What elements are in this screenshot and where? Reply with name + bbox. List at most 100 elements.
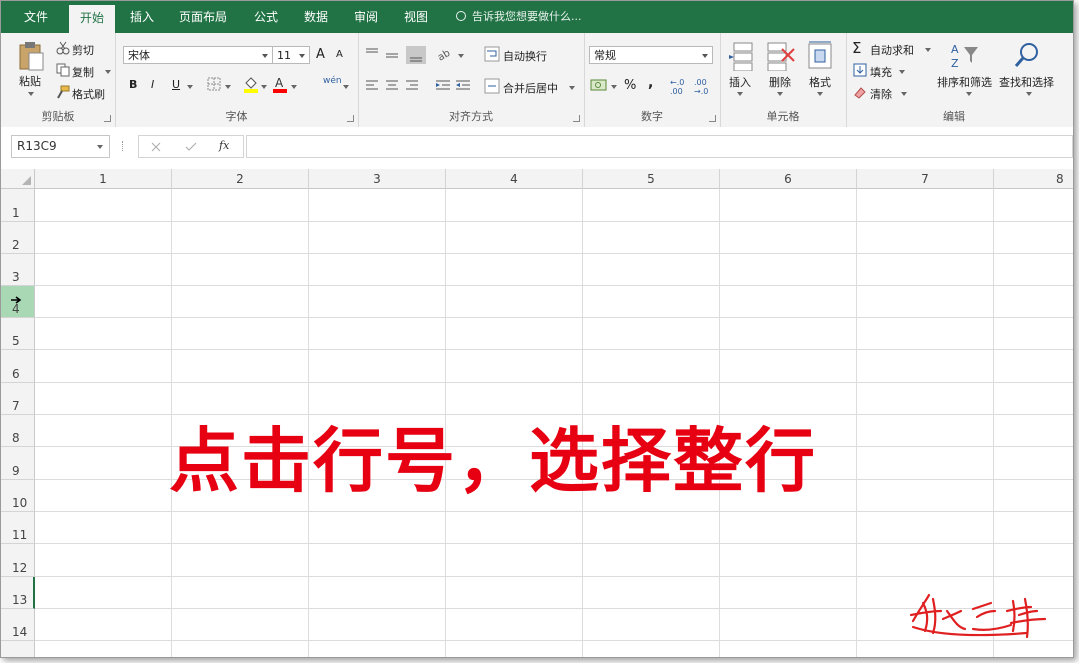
column-header-1[interactable]: 1: [35, 169, 172, 189]
borders-icon[interactable]: [207, 77, 221, 91]
merge-center-button[interactable]: 合并后居中: [503, 80, 558, 96]
cut-button[interactable]: 剪切: [72, 42, 94, 58]
merge-dropdown-caret[interactable]: [569, 86, 575, 90]
delete-cells-button[interactable]: 删除: [769, 74, 791, 90]
column-header-6[interactable]: 6: [720, 169, 857, 189]
comma-button[interactable]: ,: [648, 75, 653, 91]
paste-dropdown-caret[interactable]: [28, 92, 34, 96]
clear-dropdown-caret[interactable]: [901, 92, 907, 96]
shrink-font-button[interactable]: A: [336, 49, 343, 60]
tab-view[interactable]: 视图: [395, 1, 437, 33]
horizontal-align-icons[interactable]: [364, 78, 428, 94]
borders-dropdown-caret[interactable]: [225, 85, 231, 89]
row-header-11[interactable]: 11: [1, 512, 35, 544]
underline-button[interactable]: U: [172, 78, 180, 91]
font-launcher[interactable]: [347, 115, 354, 122]
format-painter-icon[interactable]: [56, 85, 70, 99]
accounting-dropdown-caret[interactable]: [611, 85, 617, 89]
format-cells-button[interactable]: 格式: [809, 74, 831, 90]
name-box[interactable]: R13C9: [11, 135, 110, 158]
format-painter-button[interactable]: 格式刷: [72, 86, 105, 102]
tab-page-layout[interactable]: 页面布局: [173, 1, 233, 33]
number-format-combo[interactable]: 常规: [589, 46, 713, 64]
autosum-button[interactable]: 自动求和: [870, 42, 914, 58]
tell-me-box[interactable]: 告诉我您想要做什么...: [456, 1, 582, 33]
accounting-format-icon[interactable]: [590, 77, 608, 93]
tab-file[interactable]: 文件: [15, 1, 57, 33]
insert-cells-button[interactable]: 插入: [729, 74, 751, 90]
wrap-text-icon[interactable]: [484, 46, 500, 62]
column-header-3[interactable]: 3: [309, 169, 446, 189]
alignment-launcher[interactable]: [573, 115, 580, 122]
column-header-5[interactable]: 5: [583, 169, 720, 189]
number-launcher[interactable]: [709, 115, 716, 122]
tab-formulas[interactable]: 公式: [245, 1, 287, 33]
insert-dropdown-caret[interactable]: [737, 92, 743, 96]
phonetic-guide-button[interactable]: wén: [323, 76, 342, 86]
copy-icon[interactable]: [56, 63, 70, 77]
increase-decimal-button[interactable]: ←.0.00: [670, 78, 684, 96]
insert-cells-icon[interactable]: [728, 41, 754, 71]
font-name-combo[interactable]: 宋体: [123, 46, 273, 64]
find-select-button[interactable]: 查找和选择: [999, 74, 1054, 90]
font-color-dropdown-caret[interactable]: [291, 85, 297, 89]
copy-button[interactable]: 复制: [72, 64, 94, 80]
row-header-15-partial[interactable]: [1, 641, 35, 657]
row-header-4[interactable]: 4: [1, 286, 35, 318]
formula-input[interactable]: [246, 135, 1073, 158]
row-header-5[interactable]: 5: [1, 318, 35, 350]
column-header-8[interactable]: 8: [994, 169, 1073, 189]
autosum-dropdown-caret[interactable]: [925, 48, 931, 52]
fill-down-icon[interactable]: [853, 63, 867, 77]
cancel-icon[interactable]: [151, 142, 161, 152]
phonetic-dropdown-caret[interactable]: [343, 85, 349, 89]
bold-button[interactable]: B: [129, 78, 137, 91]
fill-button[interactable]: 填充: [870, 64, 892, 80]
find-select-icon[interactable]: [1012, 41, 1042, 71]
fill-color-icon[interactable]: [243, 75, 259, 93]
sigma-icon[interactable]: Σ: [852, 39, 861, 57]
row-header-10[interactable]: 10: [1, 480, 35, 512]
italic-button[interactable]: I: [151, 78, 154, 91]
paste-icon[interactable]: [17, 41, 45, 71]
tab-data[interactable]: 数据: [295, 1, 337, 33]
row-header-7[interactable]: 7: [1, 383, 35, 415]
tab-insert[interactable]: 插入: [121, 1, 163, 33]
row-header-6[interactable]: 6: [1, 350, 35, 383]
paste-button[interactable]: 粘贴: [19, 73, 41, 89]
row-header-12[interactable]: 12: [1, 544, 35, 577]
row-header-8[interactable]: 8: [1, 415, 35, 447]
row-header-2[interactable]: 2: [1, 222, 35, 254]
sort-dropdown-caret[interactable]: [966, 92, 972, 96]
orientation-dropdown-caret[interactable]: [458, 54, 464, 58]
cut-icon[interactable]: [56, 41, 70, 55]
enter-check-icon[interactable]: [185, 142, 197, 152]
orientation-icon[interactable]: ab: [436, 46, 458, 62]
column-header-2[interactable]: 2: [172, 169, 309, 189]
clear-button[interactable]: 清除: [870, 86, 892, 102]
row-header-13[interactable]: 13: [1, 577, 35, 609]
column-header-4[interactable]: 4: [446, 169, 583, 189]
eraser-icon[interactable]: [853, 85, 867, 99]
merge-center-icon[interactable]: [484, 78, 500, 94]
decrease-decimal-button[interactable]: .00 →.0: [694, 78, 708, 96]
underline-dropdown-caret[interactable]: [187, 85, 193, 89]
grow-font-button[interactable]: A: [316, 47, 325, 62]
row-header-14[interactable]: 14: [1, 609, 35, 641]
format-dropdown-caret[interactable]: [817, 92, 823, 96]
format-cells-icon[interactable]: [806, 41, 834, 71]
clipboard-launcher[interactable]: [104, 115, 111, 122]
indent-icons[interactable]: [434, 78, 474, 94]
tab-home[interactable]: 开始: [69, 5, 115, 33]
find-dropdown-caret[interactable]: [1026, 92, 1032, 96]
sort-filter-icon[interactable]: A Z: [950, 41, 980, 71]
vertical-align-icons[interactable]: [364, 45, 428, 65]
insert-function-icon[interactable]: fx: [219, 139, 229, 152]
row-header-1[interactable]: 1: [1, 189, 35, 222]
fill-color-dropdown-caret[interactable]: [261, 85, 267, 89]
row-header-3[interactable]: 3: [1, 254, 35, 286]
select-all-corner[interactable]: [1, 169, 35, 189]
copy-dropdown-caret[interactable]: [105, 70, 111, 74]
row-header-9[interactable]: 9: [1, 447, 35, 480]
percent-button[interactable]: %: [624, 78, 636, 93]
